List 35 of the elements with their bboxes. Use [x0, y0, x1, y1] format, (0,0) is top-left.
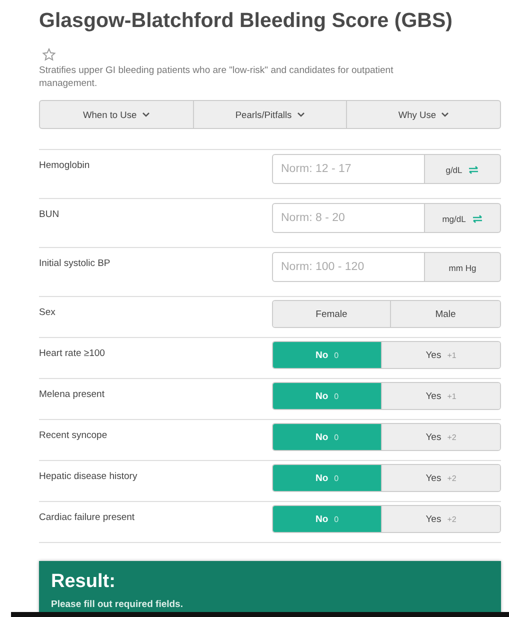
field-label: Recent syncope — [39, 429, 108, 443]
number-input[interactable]: Norm: 12 - 17 — [272, 154, 425, 184]
field-label: Melena present — [39, 388, 104, 402]
option-button[interactable]: Yes +2 — [382, 424, 500, 450]
result-title: Result: — [51, 571, 116, 593]
number-input[interactable]: Norm: 100 - 120 — [272, 252, 425, 282]
option-button[interactable]: Yes +2 — [382, 506, 500, 532]
option-button[interactable]: Yes +1 — [382, 383, 500, 409]
option-button[interactable]: Yes +2 — [382, 465, 500, 491]
field-label: Sex — [39, 306, 56, 320]
chevron-down-icon — [296, 112, 305, 117]
calculator-description: Stratifies upper GI bleeding patients who are "low-risk" and candidates for outpatient management. — [39, 65, 394, 90]
field-label: BUN — [39, 208, 60, 222]
info-tab[interactable]: Why Use — [347, 101, 500, 128]
unit-button[interactable]: mm Hg — [425, 252, 501, 282]
number-input[interactable]: Norm: 8 - 20 — [272, 203, 425, 233]
calculator-title: Glasgow-Blatchford Bleeding Score (GBS) — [39, 8, 454, 34]
swap-arrows-icon — [472, 215, 483, 223]
chevron-down-icon — [142, 112, 150, 117]
info-tab[interactable]: When to Use — [40, 101, 194, 128]
field-label: Initial systolic BP — [39, 257, 110, 271]
field-label: Hepatic disease history — [39, 470, 138, 484]
result-message: Please fill out required fields. — [51, 599, 184, 610]
star-icon[interactable] — [42, 48, 56, 61]
unit-button[interactable]: mg/dL — [425, 203, 501, 233]
swap-arrows-icon — [468, 166, 480, 174]
option-button[interactable]: Male — [390, 301, 500, 327]
info-tab[interactable]: Pearls/Pitfalls — [194, 101, 348, 128]
field-label: Heart rate ≥100 — [39, 347, 105, 361]
unit-button[interactable]: g/dL — [425, 154, 501, 184]
option-button[interactable]: Yes +1 — [382, 342, 500, 368]
option-button[interactable]: Female — [273, 301, 391, 327]
chevron-down-icon — [441, 112, 450, 117]
field-label: Hemoglobin — [39, 159, 90, 173]
field-label: Cardiac failure present — [39, 511, 135, 525]
